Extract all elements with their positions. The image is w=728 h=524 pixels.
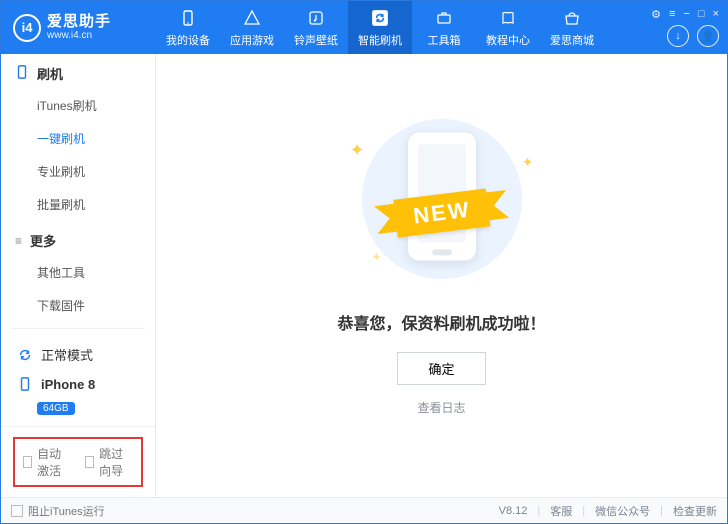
nav-store[interactable]: 爱思商城 <box>540 1 604 54</box>
nav-apps[interactable]: 应用游戏 <box>220 1 284 54</box>
close-button[interactable]: × <box>713 8 719 21</box>
mode-row[interactable]: 正常模式 <box>15 339 141 370</box>
window-controls: ⚙ ≡ − □ × ↓ 👤 <box>651 8 727 47</box>
nav-label: 铃声壁纸 <box>294 32 338 48</box>
toolbox-icon <box>434 8 454 28</box>
sidebar-group-more: ≡ 更多 其他工具 下载固件 高级功能 <box>1 231 155 320</box>
sidebar-item-other-tools[interactable]: 其他工具 <box>37 256 141 289</box>
sync-icon <box>17 347 33 363</box>
main-content: NEW ✦ ✦ ✦ 恭喜您，保资料刷机成功啦！ 确定 查看日志 <box>156 54 727 497</box>
wechat-link[interactable]: 微信公众号 <box>595 503 650 519</box>
phone-icon <box>17 376 33 392</box>
checkbox-icon <box>23 456 32 468</box>
nav-label: 教程中心 <box>486 32 530 48</box>
sidebar-group-title: ≡ 更多 <box>15 231 141 250</box>
sidebar-group-title: 刷机 <box>15 64 141 83</box>
status-bar: 阻止iTunes运行 V8.12 | 客服 | 微信公众号 | 检查更新 <box>1 497 727 523</box>
brand-url: www.i4.cn <box>47 31 111 41</box>
brand-title: 爱思助手 <box>47 14 111 29</box>
checkbox-label: 跳过向导 <box>99 445 133 479</box>
options-highlight: 自动激活 跳过向导 <box>13 437 143 487</box>
nav-label: 智能刷机 <box>358 32 402 48</box>
phone-outline-icon <box>15 65 29 82</box>
device-row[interactable]: iPhone 8 <box>15 370 141 398</box>
sidebar-group-flash: 刷机 iTunes刷机 一键刷机 专业刷机 批量刷机 <box>1 64 155 221</box>
nav-my-devices[interactable]: 我的设备 <box>156 1 220 54</box>
music-icon <box>306 8 326 28</box>
nav-label: 应用游戏 <box>230 32 274 48</box>
checkbox-label: 自动激活 <box>37 445 71 479</box>
sidebar-item-itunes-flash[interactable]: iTunes刷机 <box>37 89 141 122</box>
more-icon: ≡ <box>15 234 22 248</box>
minimize-button[interactable]: − <box>683 8 689 21</box>
maximize-button[interactable]: □ <box>698 8 705 21</box>
sparkle-icon: ✦ <box>522 154 534 171</box>
check-update-link[interactable]: 检查更新 <box>673 503 717 519</box>
nav-ringtones[interactable]: 铃声壁纸 <box>284 1 348 54</box>
store-icon <box>562 8 582 28</box>
bottom-options: 自动激活 跳过向导 <box>1 426 155 497</box>
menu-icon[interactable]: ≡ <box>669 8 675 21</box>
download-button[interactable]: ↓ <box>667 25 689 47</box>
mode-section: 正常模式 iPhone 8 64GB <box>11 328 145 426</box>
success-illustration: NEW ✦ ✦ ✦ <box>332 114 552 284</box>
nav-label: 工具箱 <box>428 32 461 48</box>
nav-tutorials[interactable]: 教程中心 <box>476 1 540 54</box>
device-name: iPhone 8 <box>41 377 95 392</box>
sidebar-group-label: 更多 <box>30 231 56 250</box>
sidebar-item-oneclick-flash[interactable]: 一键刷机 <box>37 122 141 155</box>
sidebar-item-download-firmware[interactable]: 下载固件 <box>37 289 141 320</box>
sidebar: 刷机 iTunes刷机 一键刷机 专业刷机 批量刷机 ≡ 更多 其他工具 下载固… <box>1 54 156 497</box>
ok-button[interactable]: 确定 <box>397 352 485 385</box>
nav-toolbox[interactable]: 工具箱 <box>412 1 476 54</box>
view-log-link[interactable]: 查看日志 <box>417 399 465 416</box>
sparkle-icon: ✦ <box>350 140 365 161</box>
storage-badge: 64GB <box>37 402 75 415</box>
nav-label: 爱思商城 <box>550 32 594 48</box>
sidebar-group-label: 刷机 <box>37 64 63 83</box>
checkbox-skip-guide[interactable]: 跳过向导 <box>85 445 133 479</box>
version-label: V8.12 <box>499 505 528 517</box>
sparkle-icon: ✦ <box>372 250 382 264</box>
app-header: i4 爱思助手 www.i4.cn 我的设备 应用游戏 铃声壁纸 智能刷机 工具… <box>1 1 727 54</box>
checkbox-label: 阻止iTunes运行 <box>28 503 105 519</box>
book-icon <box>498 8 518 28</box>
sidebar-item-pro-flash[interactable]: 专业刷机 <box>37 155 141 188</box>
body: 刷机 iTunes刷机 一键刷机 专业刷机 批量刷机 ≡ 更多 其他工具 下载固… <box>1 54 727 497</box>
settings-icon[interactable]: ⚙ <box>651 8 661 21</box>
mode-label: 正常模式 <box>41 345 93 364</box>
support-link[interactable]: 客服 <box>550 503 572 519</box>
nav-flash[interactable]: 智能刷机 <box>348 1 412 54</box>
sidebar-item-batch-flash[interactable]: 批量刷机 <box>37 188 141 221</box>
nav-label: 我的设备 <box>166 32 210 48</box>
refresh-icon <box>370 8 390 28</box>
user-button[interactable]: 👤 <box>697 25 719 47</box>
appstore-icon <box>242 8 262 28</box>
logo-icon: i4 <box>13 14 41 42</box>
brand: i4 爱思助手 www.i4.cn <box>1 14 156 42</box>
phone-icon <box>178 8 198 28</box>
top-nav: 我的设备 应用游戏 铃声壁纸 智能刷机 工具箱 教程中心 爱思商城 <box>156 1 651 54</box>
checkbox-icon <box>11 505 23 517</box>
success-message: 恭喜您，保资料刷机成功啦！ <box>337 310 545 334</box>
checkbox-auto-activate[interactable]: 自动激活 <box>23 445 71 479</box>
checkbox-block-itunes[interactable]: 阻止iTunes运行 <box>11 503 105 519</box>
checkbox-icon <box>85 456 94 468</box>
